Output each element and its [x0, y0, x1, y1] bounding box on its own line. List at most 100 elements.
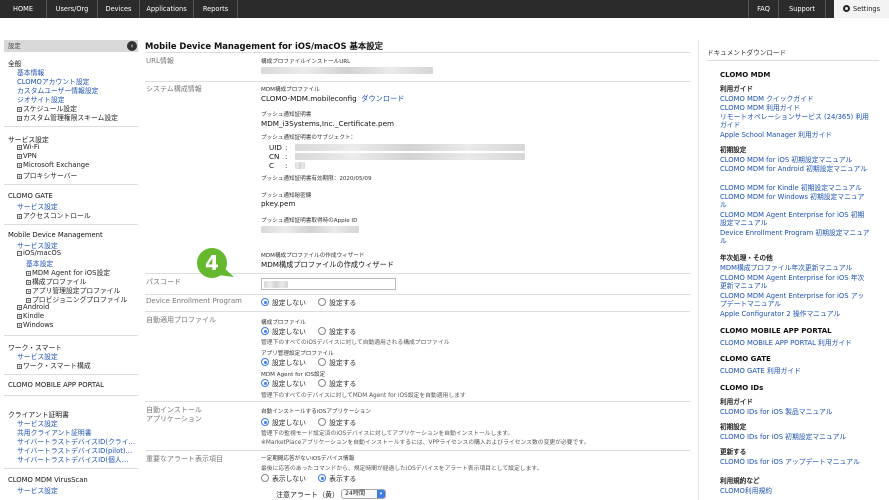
dep-option-off[interactable]: 設定しない: [261, 298, 306, 307]
radio-icon[interactable]: [318, 418, 327, 426]
radio-selected-icon[interactable]: [261, 379, 269, 387]
link-agent-enterprise[interactable]: CLOMO MDM Agent Enterprise for iOS 初期設定マ…: [720, 211, 870, 228]
link-kindle-init[interactable]: CLOMO MDM for Kindle 初期設定マニュアル: [720, 184, 870, 192]
expand-icon[interactable]: +: [17, 323, 22, 328]
radio-selected-icon[interactable]: [261, 418, 269, 426]
link-remote-ops[interactable]: リモートオペレーションサービス (24/365) 利用ガイド: [720, 113, 870, 130]
sidebar-item-access-control[interactable]: + アクセスコントロール: [17, 210, 91, 220]
radio-selected-icon[interactable]: [261, 358, 269, 366]
download-link[interactable]: ダウンロード: [361, 94, 404, 103]
alert-option-off[interactable]: 表示しない: [261, 474, 306, 483]
link-windows-init[interactable]: CLOMO MDM for Windows 初期設定マニュアル: [720, 193, 870, 210]
subject-c-label: C: [269, 161, 275, 170]
link-usage-guide[interactable]: CLOMO MDM 利用ガイド: [720, 104, 870, 112]
sidebar-item-proxy[interactable]: + プロキシサーバー: [17, 170, 77, 180]
nav-faq[interactable]: FAQ: [748, 0, 779, 18]
sidebar-item-work-config-label: ワーク・スマート構成: [23, 362, 91, 370]
passcode-label: パスコード: [146, 278, 181, 286]
push-key-file: pkey.pem: [261, 199, 296, 208]
agent-option-off[interactable]: 設定しない: [261, 379, 306, 388]
radio-selected-icon[interactable]: [318, 474, 327, 482]
install-option-on[interactable]: 設定する: [318, 418, 356, 427]
sidebar-item-virus-service[interactable]: サービス設定: [17, 485, 58, 495]
sidebar-item-kindle-label: Kindle: [23, 312, 45, 320]
sidebar-item-exchange[interactable]: + Microsoft Exchange: [17, 161, 89, 169]
link-ids-product[interactable]: CLOMO IDs for iOS 製品マニュアル: [720, 408, 870, 416]
link-school-manager[interactable]: Apple School Manager 利用ガイド: [720, 131, 870, 139]
link-agent-update[interactable]: CLOMO MDM Agent Enterprise for iOS アップデー…: [720, 292, 870, 309]
sidebar-item-windows[interactable]: + Windows: [17, 321, 53, 329]
expand-icon[interactable]: +: [17, 154, 22, 159]
link-configurator[interactable]: Apple Configurator 2 操作マニュアル: [720, 310, 870, 318]
install-off-label: 設定しない: [272, 419, 306, 427]
link-terms[interactable]: CLOMO利用規約: [720, 487, 870, 495]
expand-icon[interactable]: +: [17, 364, 22, 369]
install-option-off[interactable]: 設定しない: [261, 418, 306, 427]
link-gate-guide[interactable]: CLOMO GATE 利用ガイド: [720, 367, 870, 375]
radio-selected-icon[interactable]: [261, 298, 269, 306]
sidebar-item-android[interactable]: + Android: [17, 303, 49, 311]
push-expiry: プッシュ通知証明書有効期限：2020/05/09: [261, 176, 372, 182]
expand-icon[interactable]: +: [17, 116, 22, 121]
mdm-profile-filename: CLOMO-MDM.mobileconfig: [261, 94, 357, 103]
app-option-on[interactable]: 設定する: [318, 358, 356, 367]
section-divider: [145, 401, 690, 402]
link-portal-guide[interactable]: CLOMO MOBILE APP PORTAL 利用ガイド: [720, 339, 870, 347]
link-dep-init[interactable]: Device Enrollment Program 初期設定マニュアル: [720, 229, 870, 246]
alert-caption: 一定期間応答がないiOSデバイス情報: [261, 456, 355, 462]
sidebar-item-cyber-trust-3[interactable]: サイバートラストデバイスID(個人…: [17, 454, 128, 464]
sidebar-group-virusscan: CLOMO MDM VirusScan: [8, 476, 88, 484]
sidebar-item-custom-schema-label: カスタム管理権限スキーム設定: [23, 114, 118, 122]
caution-alert-select[interactable]: 24時間 ▾: [341, 489, 386, 499]
nav-support[interactable]: Support: [779, 0, 826, 18]
sidebar-item-custom-schema[interactable]: + カスタム管理権限スキーム設定: [17, 112, 118, 122]
gear-icon: [842, 5, 850, 12]
sidebar-item-work-config[interactable]: + ワーク・スマート構成: [17, 360, 91, 370]
nav-users-org[interactable]: Users/Org: [47, 0, 98, 18]
nav-reports[interactable]: Reports: [194, 0, 238, 18]
expand-icon[interactable]: +: [17, 305, 22, 310]
link-ids-init[interactable]: CLOMO IDs for iOS 初期設定マニュアル: [720, 433, 870, 441]
nav-applications[interactable]: Applications: [140, 0, 194, 18]
alert-option-on[interactable]: 表示する: [318, 474, 356, 483]
config-option-on[interactable]: 設定する: [318, 327, 356, 336]
alert-radio-group: 表示しない 表示する: [261, 473, 366, 483]
radio-icon[interactable]: [318, 298, 327, 306]
link-agent-annual[interactable]: CLOMO MDM Agent Enterprise for iOS 年次更新マ…: [720, 274, 870, 291]
app-option-off[interactable]: 設定しない: [261, 358, 306, 367]
sidebar-item-kindle[interactable]: + Kindle: [17, 312, 44, 320]
sidebar-item-wifi[interactable]: + Wi-Fi: [17, 143, 39, 151]
link-ios-init[interactable]: CLOMO MDM for iOS 初期設定マニュアル: [720, 156, 870, 164]
passcode-input[interactable]: [261, 278, 396, 290]
sidebar-item-ios-macos[interactable]: − iOS/macOS: [17, 249, 61, 257]
expand-icon[interactable]: +: [17, 163, 22, 168]
link-quick-guide[interactable]: CLOMO MDM クイックガイド: [720, 95, 870, 103]
radio-icon[interactable]: [318, 327, 327, 335]
caution-alert-value: 24時間: [345, 490, 366, 497]
collapse-icon[interactable]: −: [17, 251, 22, 256]
radio-icon[interactable]: [261, 474, 269, 482]
radio-icon[interactable]: [318, 358, 327, 366]
section-divider: [145, 294, 690, 295]
panel-title: ドキュメントダウンロード: [707, 49, 787, 57]
config-off-label: 設定しない: [272, 328, 306, 336]
link-profile-renew[interactable]: MDM構成プロファイル年次更新マニュアル: [720, 264, 870, 272]
radio-selected-icon[interactable]: [261, 327, 269, 335]
config-option-off[interactable]: 設定しない: [261, 327, 306, 336]
nav-devices[interactable]: Devices: [98, 0, 140, 18]
expand-icon[interactable]: +: [17, 174, 22, 179]
link-ids-update[interactable]: CLOMO IDs for iOS アップデートマニュアル: [720, 458, 870, 466]
dep-option-on[interactable]: 設定する: [318, 298, 356, 307]
collapse-sidebar-icon[interactable]: ‹: [127, 41, 137, 51]
wizard-link[interactable]: MDM構成プロファイルの作成ウィザード: [261, 260, 394, 270]
nav-home[interactable]: HOME: [0, 0, 47, 18]
link-android-init[interactable]: CLOMO MDM for Android 初期設定マニュアル: [720, 165, 870, 173]
agent-option-on[interactable]: 設定する: [318, 379, 356, 388]
expand-icon[interactable]: +: [17, 314, 22, 319]
radio-icon[interactable]: [318, 379, 327, 387]
sidebar-item-vpn[interactable]: + VPN: [17, 152, 37, 160]
expand-icon[interactable]: +: [17, 145, 22, 150]
expand-icon[interactable]: +: [17, 214, 22, 219]
section-ids: CLOMO IDs: [720, 384, 764, 392]
nav-settings[interactable]: Settings: [834, 0, 889, 18]
